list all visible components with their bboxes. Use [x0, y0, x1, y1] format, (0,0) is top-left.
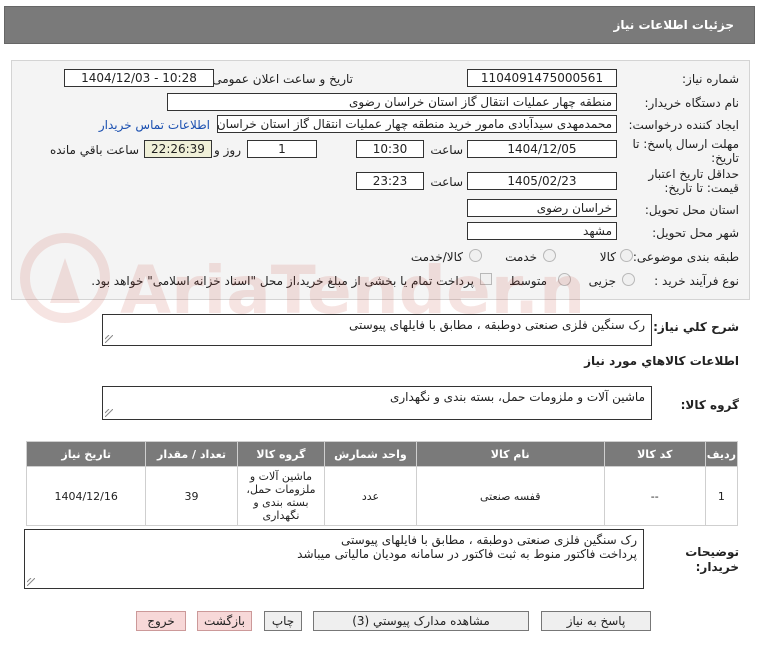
deadline-time-label: ساعت: [430, 143, 463, 157]
goods-group-text: ماشین آلات و ملزومات حمل، بسته بندی و نگ…: [389, 390, 645, 404]
announce-date-field: 1404/12/03 - 10:28: [64, 69, 214, 87]
deadline-label: مهلت ارسال پاسخ: تا: [632, 137, 739, 151]
city-label: شهر محل تحویل:: [652, 226, 739, 240]
resize-grip-icon[interactable]: [105, 335, 113, 343]
treasury-payment-note: پرداخت تمام یا بخشی از مبلغ خرید،از محل …: [91, 274, 474, 288]
col-header-item-code: کد کالا: [603, 441, 706, 467]
summary-field: رک سنگین فلزی صنعتی دوطبقه ، مطابق با فا…: [102, 314, 652, 346]
buyer-notes-line-1: رک سنگین فلزی صنعتی دوطبقه ، مطابق با فا…: [341, 533, 637, 547]
process-option-medium: متوسط: [509, 274, 547, 288]
page-title: جزئیات اطلاعات نیاز: [613, 18, 734, 32]
days-remaining-field: 1: [247, 140, 317, 158]
days-label: روز و: [214, 143, 241, 157]
remaining-time-field: 22:26:39: [144, 140, 212, 158]
remaining-time-label: ساعت باقي مانده: [49, 143, 139, 157]
validity-time-field: 23:23: [356, 172, 424, 190]
category-option-goods-service: کالا/خدمت: [410, 250, 463, 264]
page-header: جزئیات اطلاعات نیاز: [4, 6, 755, 44]
category-option-service: خدمت: [505, 250, 537, 264]
col-header-quantity: تعداد / مقدار: [145, 441, 238, 467]
buyer-contact-link[interactable]: اطلاعات تماس خریدار: [99, 118, 210, 132]
col-header-need-date: تاریخ نیاز: [25, 441, 147, 467]
summary-label: شرح کلي نياز:: [653, 320, 739, 334]
category-radio-goods-service[interactable]: [469, 249, 482, 262]
validity-label: حداقل تاریخ اعتبار: [648, 167, 739, 181]
need-number-field: 1104091475000561: [467, 69, 617, 87]
resize-grip-icon[interactable]: [105, 409, 113, 417]
col-header-unit: واحد شمارش: [324, 441, 417, 467]
col-header-item-name: نام کالا: [415, 441, 605, 467]
buyer-org-label: نام دستگاه خریدار:: [644, 96, 740, 110]
process-radio-small[interactable]: [622, 273, 635, 286]
cell-group: ماشین آلات و ملزومات حمل، بسته بندی و نگ…: [236, 466, 326, 526]
cell-row-number: 1: [704, 466, 739, 526]
province-label: استان محل تحویل:: [644, 203, 739, 217]
goods-section-title: اطلاعات کالاهاي مورد نياز: [584, 354, 739, 368]
buyer-notes-field: رک سنگین فلزی صنعتی دوطبقه ، مطابق با فا…: [24, 529, 644, 589]
col-header-row-number: ردیف: [704, 441, 739, 467]
table-row: 1 -- قفسه صنعتی عدد ماشین آلات و ملزومات…: [25, 466, 739, 526]
col-header-group: گروه کالا: [236, 441, 326, 467]
process-type-label: نوع فرآیند خرید :: [654, 274, 739, 288]
need-number-label: شماره نیاز:: [682, 72, 739, 86]
treasury-payment-checkbox[interactable]: [480, 273, 492, 285]
buyer-notes-label: توضیحات: [685, 545, 739, 559]
announce-date-label: تاریخ و ساعت اعلان عمومی:: [208, 72, 353, 86]
creator-field: محمدمهدی سیدآبادی مامور خرید منطقه چهار …: [217, 115, 617, 133]
city-field: مشهد: [467, 222, 617, 240]
province-field: خراسان رضوی: [467, 199, 617, 217]
buyer-org-field: منطقه چهار عملیات انتقال گاز استان خراسا…: [167, 93, 617, 111]
validity-time-label: ساعت: [430, 175, 463, 189]
cell-item-code: --: [603, 466, 706, 526]
cell-need-date: 1404/12/16: [25, 466, 147, 526]
deadline-time-field: 10:30: [356, 140, 424, 158]
cell-item-name: قفسه صنعتی: [415, 466, 605, 526]
process-option-small: جزیی: [588, 274, 616, 288]
goods-group-field: ماشین آلات و ملزومات حمل، بسته بندی و نگ…: [102, 386, 652, 420]
resize-grip-icon[interactable]: [27, 578, 35, 586]
goods-group-label: گروه کالا:: [680, 398, 739, 412]
back-button[interactable]: بازگشت: [197, 611, 252, 631]
items-table: ردیف کد کالا نام کالا واحد شمارش گروه کا…: [25, 441, 739, 526]
creator-label: ایجاد کننده درخواست:: [628, 118, 739, 132]
print-button[interactable]: چاپ: [264, 611, 302, 631]
cell-quantity: 39: [145, 466, 238, 526]
buyer-notes-line-2: پرداخت فاکتور منوط به ثبت فاکتور در ساما…: [297, 547, 637, 561]
reply-button[interactable]: پاسخ به نیاز: [541, 611, 651, 631]
deadline-date-field: 1404/12/05: [467, 140, 617, 158]
category-radio-goods[interactable]: [620, 249, 633, 262]
cell-unit: عدد: [324, 466, 417, 526]
validity-date-field: 1405/02/23: [467, 172, 617, 190]
category-label: طبقه بندی موضوعی:: [632, 250, 739, 264]
category-option-goods: کالا: [599, 250, 616, 264]
summary-text: رک سنگین فلزی صنعتی دوطبقه ، مطابق با فا…: [349, 318, 645, 332]
view-attachments-button[interactable]: مشاهده مدارک پیوستي (3): [313, 611, 529, 631]
buyer-notes-label-2: خریدار:: [695, 560, 739, 574]
process-radio-medium[interactable]: [558, 273, 571, 286]
exit-button[interactable]: خروج: [136, 611, 186, 631]
validity-date-label: قیمت: تا تاریخ:: [664, 181, 739, 195]
deadline-date-label: تاریخ:: [711, 151, 739, 165]
category-radio-service[interactable]: [543, 249, 556, 262]
table-header-row: ردیف کد کالا نام کالا واحد شمارش گروه کا…: [25, 441, 739, 467]
